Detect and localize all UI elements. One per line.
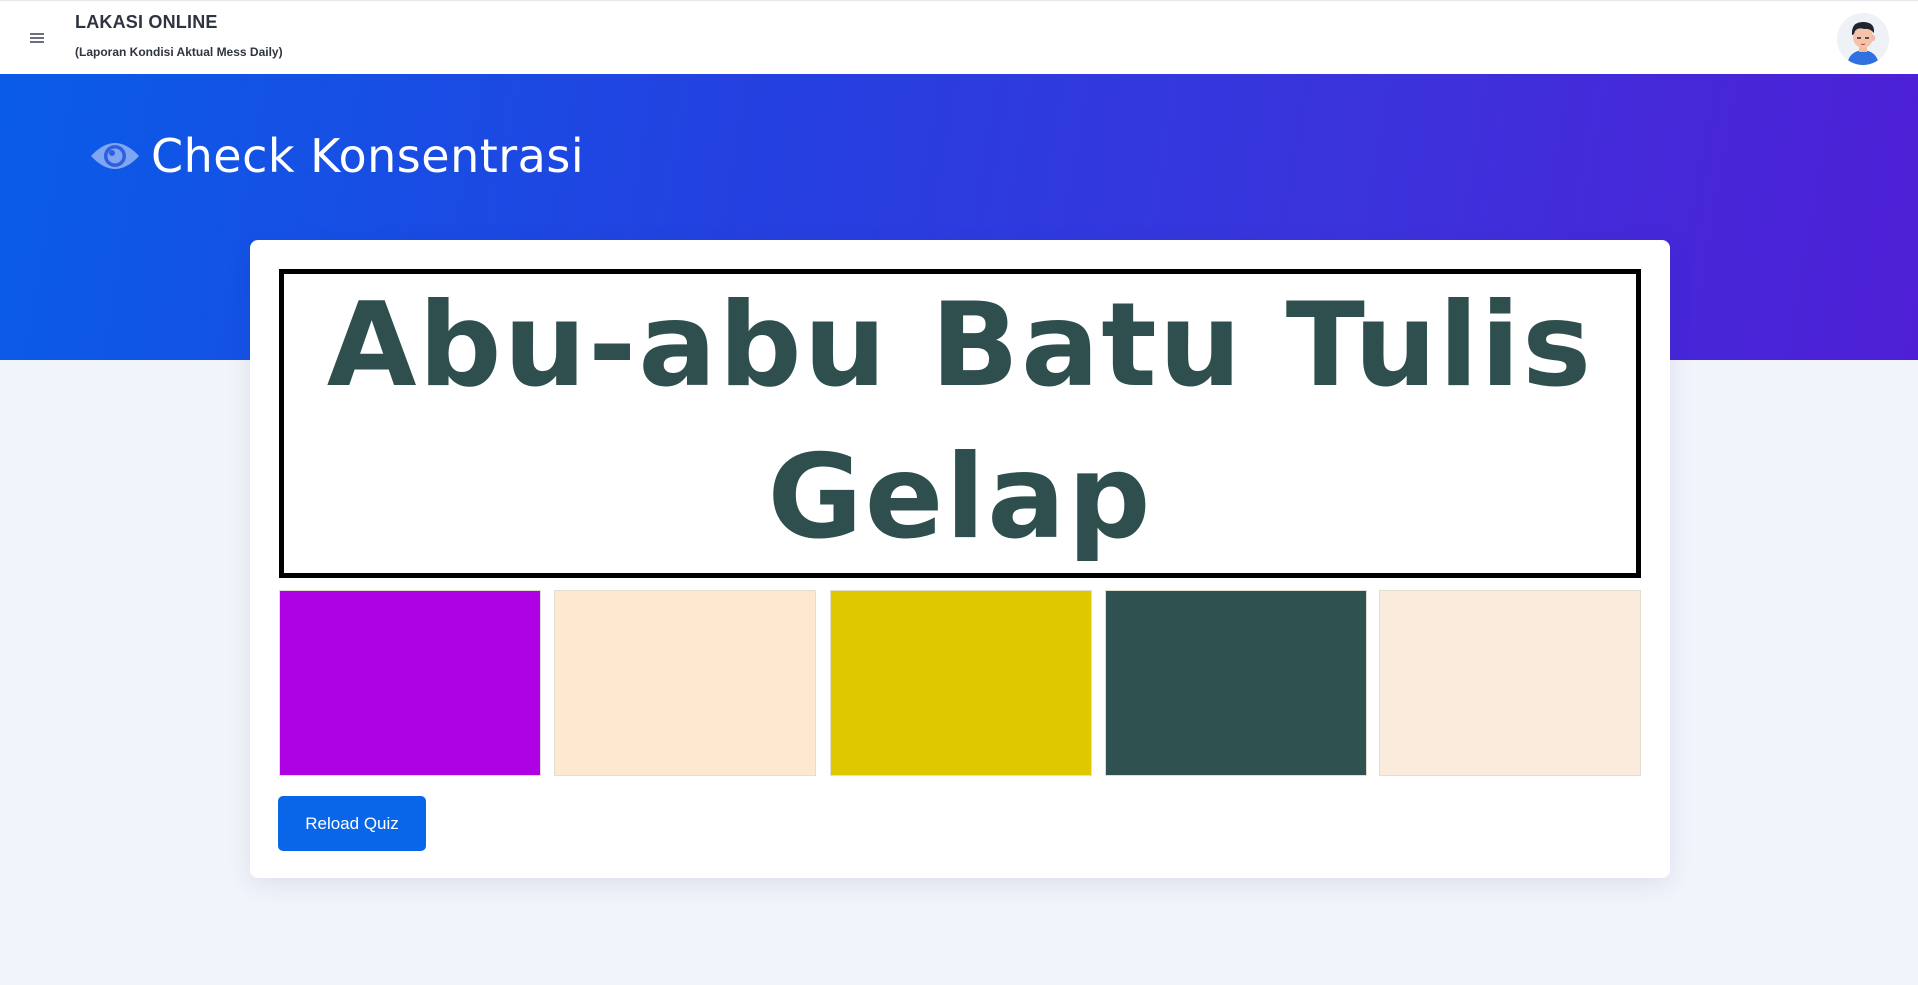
app-subtitle: (Laporan Kondisi Aktual Mess Daily)	[75, 45, 283, 59]
color-option-1[interactable]	[279, 590, 541, 776]
color-word: Abu-abu Batu Tulis Gelap	[327, 270, 1593, 574]
page-header: Check Konsentrasi	[89, 126, 584, 186]
color-option-2[interactable]	[554, 590, 816, 776]
page-title: Check Konsentrasi	[151, 129, 585, 183]
app-title: LAKASI ONLINE	[75, 12, 218, 32]
color-word-line-1: Abu-abu Batu Tulis	[326, 277, 1594, 413]
color-word-line-2: Gelap	[767, 429, 1153, 565]
color-word-box: Abu-abu Batu Tulis Gelap	[279, 269, 1641, 578]
eye-icon	[91, 143, 139, 169]
color-option-5[interactable]	[1379, 590, 1641, 776]
reload-quiz-button[interactable]: Reload Quiz	[278, 796, 426, 851]
color-options	[279, 590, 1643, 776]
top-navbar: LAKASI ONLINE (Laporan Kondisi Aktual Me…	[0, 0, 1918, 74]
color-option-4[interactable]	[1105, 590, 1367, 776]
user-avatar-icon	[1837, 13, 1889, 65]
user-avatar[interactable]	[1837, 13, 1889, 65]
hamburger-menu-icon[interactable]	[30, 33, 44, 43]
color-option-3[interactable]	[830, 590, 1092, 776]
quiz-card: Abu-abu Batu Tulis Gelap Reload Quiz	[250, 240, 1670, 878]
